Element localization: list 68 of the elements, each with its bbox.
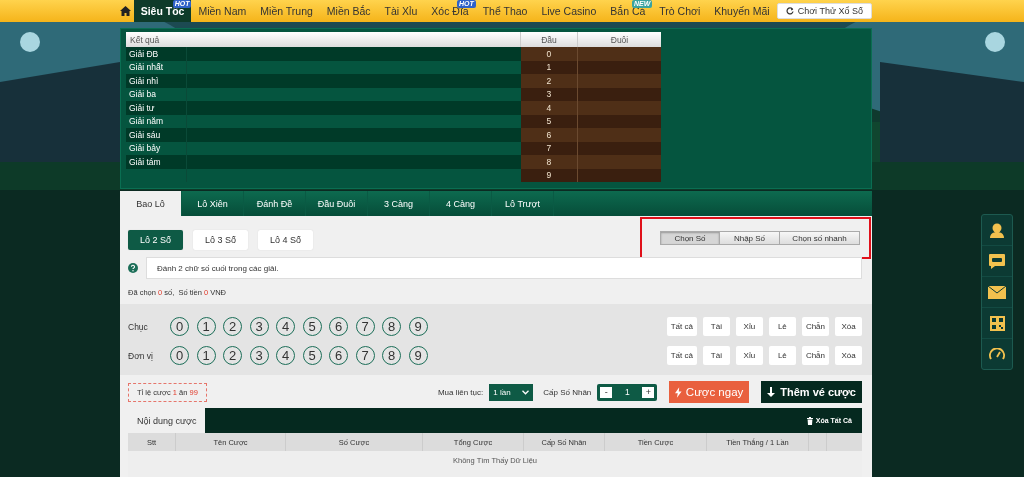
sub-tab[interactable]: Lô 4 Số [258,230,314,250]
support-agent-icon[interactable] [989,222,1005,238]
try-lottery-button[interactable]: Chơi Thử Xổ Số [776,3,872,19]
quick-pick-button[interactable]: Lẻ [768,317,796,336]
decrement-button[interactable]: - [600,386,613,398]
prize-label: Giải ba [129,89,156,100]
nav-item[interactable]: Thể Thao [475,0,535,22]
increment-button[interactable]: + [642,386,655,398]
mode-button[interactable]: Nhập Số [720,231,780,245]
row-label: Đơn vị [128,350,154,361]
repeat-dropdown[interactable]: 1 lần [489,383,534,401]
mode-button[interactable]: Chọn số nhanh [780,231,860,245]
sub-tab[interactable]: Lô 2 Số [128,230,184,250]
prize-label: Giải sáu [129,129,161,140]
quick-pick-button[interactable]: Tất cả [666,346,697,365]
table-cell: 6 [520,128,578,142]
quick-pick-button[interactable]: Lẻ [768,346,796,365]
hint-text: Đánh 2 chữ số cuối trong các giải. [146,257,862,279]
prize-label: Giải tám [129,156,161,167]
table-cell: 4 [520,101,578,115]
tab[interactable]: Bao Lô [120,191,182,216]
multiplier-value: 1 [623,387,631,397]
nav-item[interactable]: Miền Nam [191,0,254,22]
table-cell: 2 [520,74,578,88]
bets-tab[interactable]: Nội dung cược [128,408,206,433]
trash-icon [806,416,813,425]
nav-item[interactable]: Trò Chơi [652,0,708,22]
nav-item[interactable]: Tài Xỉu [377,0,425,22]
prize-label: Giải nhất [129,62,164,73]
column-header: Kết quả [126,32,521,47]
quick-pick-button[interactable]: Xóa [835,317,862,336]
prize-label: Giải ĐB [129,48,159,59]
column-header: Đuôi [577,32,661,47]
column-header: Đầu [520,32,578,47]
mail-icon[interactable] [988,285,1006,299]
prize-label: Giải nhì [129,75,159,86]
prize-label: Giải tư [129,102,155,113]
home-icon[interactable] [119,6,131,16]
sub-tab[interactable]: Lô 3 Số [193,230,249,250]
quick-pick-button[interactable]: Tất cả [666,317,697,336]
quick-pick-button[interactable]: Xỉu [735,317,763,336]
mode-button[interactable]: Chọn Số [660,231,720,245]
nav-item[interactable]: Miền Bắc [319,0,378,22]
add-ticket-button[interactable]: Thêm vé cược [761,381,862,403]
quick-pick-button[interactable]: Tài [702,317,730,336]
table-cell: 8 [520,155,578,169]
multiplier-label: Cấp Số Nhân [543,387,592,397]
quick-pick-button[interactable]: Xỉu [735,346,763,365]
quick-pick-button[interactable]: Tài [702,346,730,365]
nav-item[interactable]: Miền Trung [253,0,320,22]
nav-item[interactable]: Khuyến Mãi [707,0,777,22]
speedometer-icon[interactable] [989,348,1005,360]
refresh-icon [785,7,794,15]
repeat-label: Mua liên tục: [437,387,484,397]
table-cell: 0 [520,47,578,61]
chevron-icon [522,389,530,395]
help-icon [128,263,138,273]
row-label: Chục [128,321,149,332]
quick-pick-button[interactable]: Chẵn [801,346,829,365]
nav-item[interactable]: Live Casino [534,0,604,22]
prize-label: Giải năm [129,116,163,127]
download-arrow-icon [767,387,776,397]
quick-pick-button[interactable]: Chẵn [801,317,829,336]
qr-code-icon[interactable] [989,315,1005,331]
chat-bubble-icon[interactable] [988,252,1006,270]
lightning-icon [675,386,682,398]
quick-pick-button[interactable]: Xóa [835,346,862,365]
prize-label: Giải bảy [129,143,161,154]
